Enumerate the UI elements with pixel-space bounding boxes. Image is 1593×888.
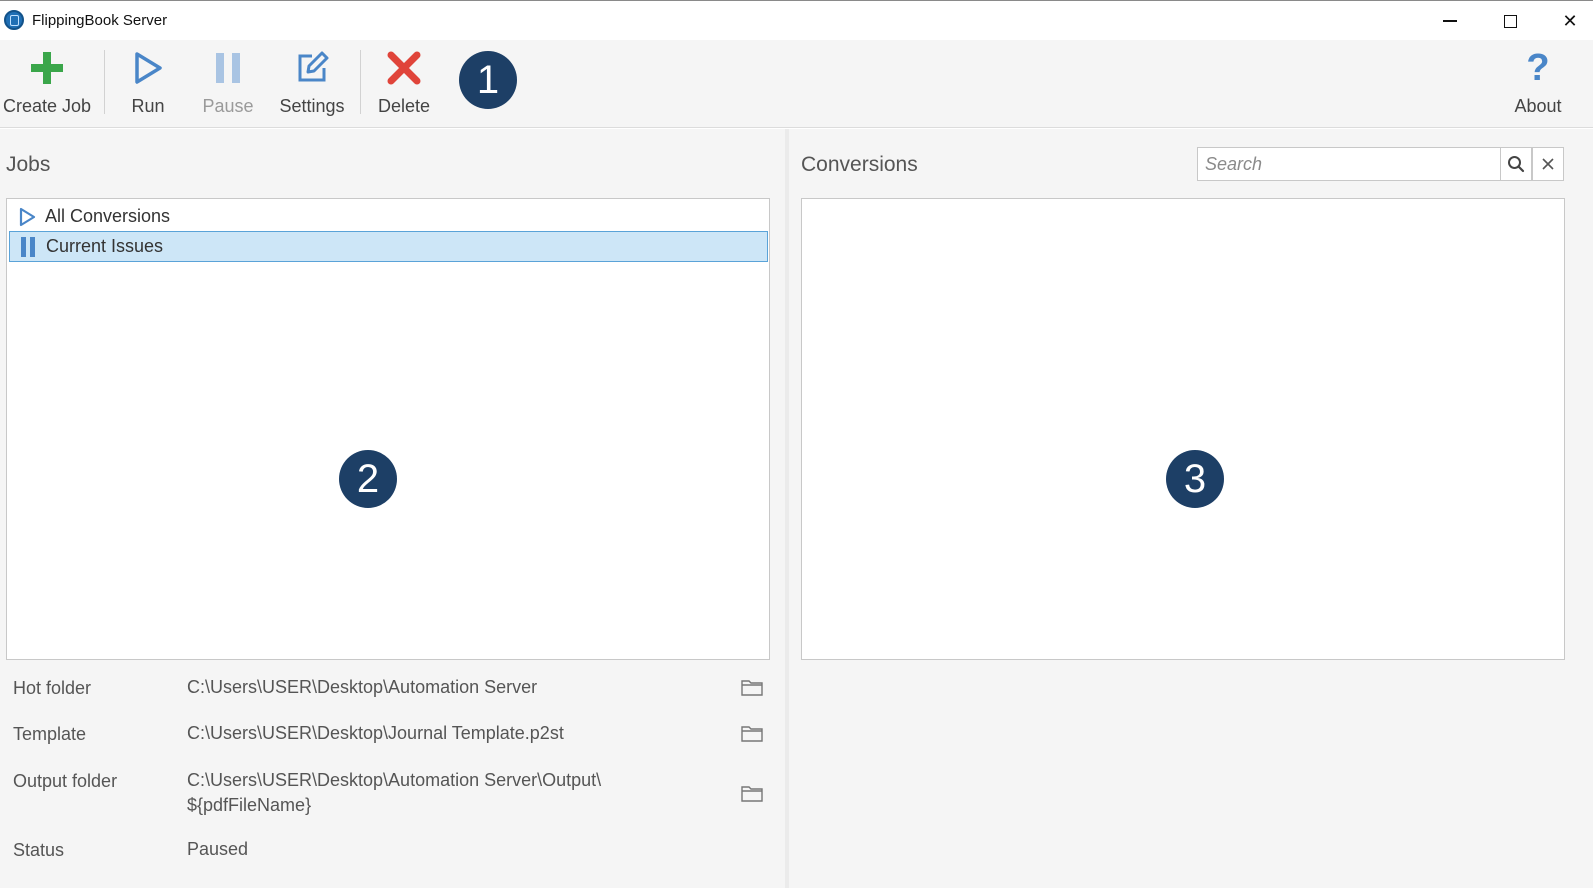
pause-button[interactable]: Pause <box>198 44 258 124</box>
clear-search-button[interactable] <box>1532 147 1564 181</box>
window-title: FlippingBook Server <box>32 12 168 29</box>
output-folder-line-2: ${pdfFileName} <box>187 795 312 815</box>
delete-x-icon <box>384 48 424 88</box>
help-icon: ? <box>1526 47 1550 89</box>
jobs-panel: Jobs All Conversions Current Issues 2 Ho… <box>0 129 785 888</box>
toolbar: Create Job Run Pause Settings Delete ? A… <box>0 40 1593 128</box>
create-job-button[interactable]: Create Job <box>2 44 92 124</box>
hot-folder-label: Hot folder <box>13 678 92 698</box>
pause-icon <box>208 48 248 88</box>
folder-icon[interactable] <box>740 783 764 803</box>
about-button[interactable]: ? About <box>1508 44 1568 124</box>
status-label: Status <box>13 840 65 860</box>
search-icon <box>1508 156 1525 173</box>
maximize-icon <box>1503 14 1517 28</box>
conversions-list <box>801 198 1565 660</box>
status-value: Paused <box>187 839 249 859</box>
job-item-label: All Conversions <box>45 206 171 226</box>
folder-icon[interactable] <box>740 723 764 743</box>
jobs-list: All Conversions Current Issues <box>6 198 770 660</box>
output-folder-line-1: C:\Users\USER\Desktop\Automation Server\… <box>187 770 602 790</box>
callout-badge-3: 3 <box>1166 450 1224 508</box>
template-value: C:\Users\USER\Desktop\Journal Template.p… <box>187 723 564 743</box>
minimize-icon <box>1443 20 1457 22</box>
output-folder-value: C:\Users\USER\Desktop\Automation Server\… <box>187 768 601 818</box>
toolbar-separator <box>104 50 105 114</box>
close-window-button[interactable]: ✕ <box>1540 1 1593 41</box>
close-icon <box>1542 158 1554 170</box>
minimize-button[interactable] <box>1420 1 1480 41</box>
settings-button[interactable]: Settings <box>272 44 352 124</box>
search-input[interactable] <box>1198 148 1500 180</box>
app-logo-icon <box>4 10 24 30</box>
create-job-label: Create Job <box>2 96 92 116</box>
job-item-label: Current Issues <box>46 236 164 256</box>
play-icon <box>128 48 168 88</box>
toolbar-separator <box>360 50 361 114</box>
close-icon: ✕ <box>1562 10 1578 31</box>
play-icon <box>9 205 45 229</box>
edit-icon <box>292 48 332 88</box>
pause-icon <box>10 235 46 259</box>
callout-badge-1: 1 <box>459 51 517 109</box>
run-button[interactable]: Run <box>118 44 178 124</box>
output-folder-label: Output folder <box>13 771 118 791</box>
delete-label: Delete <box>377 96 431 116</box>
search-box <box>1197 147 1501 181</box>
search-button[interactable] <box>1500 147 1532 181</box>
run-label: Run <box>131 96 165 116</box>
pause-label: Pause <box>202 96 254 116</box>
conversions-panel: Conversions 3 <box>789 129 1593 888</box>
hot-folder-value: C:\Users\USER\Desktop\Automation Server <box>187 677 538 697</box>
about-label: About <box>1514 96 1562 116</box>
settings-label: Settings <box>279 96 345 116</box>
plus-icon <box>27 48 67 88</box>
callout-badge-2: 2 <box>339 450 397 508</box>
job-item-all-conversions[interactable]: All Conversions <box>9 201 768 232</box>
jobs-title: Jobs <box>6 153 51 176</box>
title-bar: FlippingBook Server ✕ <box>0 0 1593 40</box>
job-item-current-issues[interactable]: Current Issues <box>9 231 768 262</box>
delete-button[interactable]: Delete <box>372 44 436 124</box>
maximize-button[interactable] <box>1480 1 1540 41</box>
template-label: Template <box>13 724 87 744</box>
conversions-title: Conversions <box>801 153 918 176</box>
folder-icon[interactable] <box>740 677 764 697</box>
